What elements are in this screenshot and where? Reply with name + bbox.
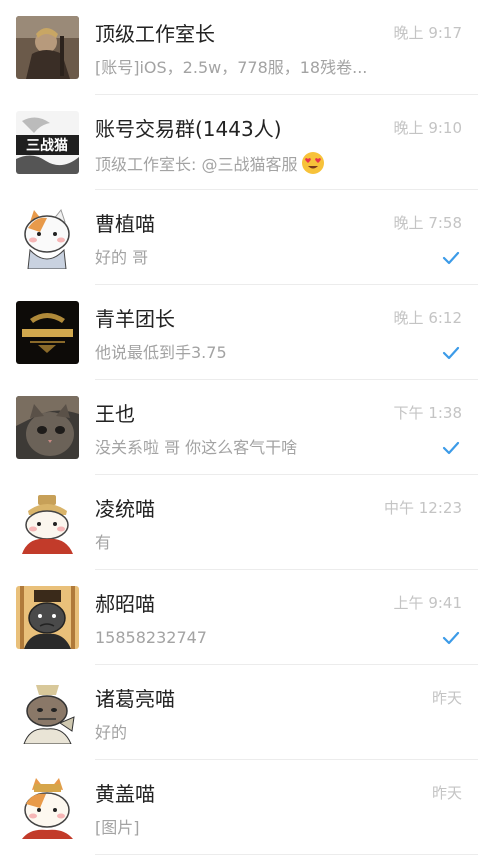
chat-name: 顶级工作室长 [95, 22, 215, 46]
chat-preview: 有 [95, 533, 112, 552]
chat-time: 昨天 [431, 784, 462, 802]
chat-preview: 没关系啦 哥 你这么客气干啥 [95, 438, 298, 457]
chat-name: 王也 [95, 402, 135, 426]
chat-name: 曹植喵 [95, 212, 155, 236]
chat-row[interactable]: 顶级工作室长 晚上 9:17 [账号]iOS，2.5w，778服，18残卷... [0, 0, 478, 95]
chat-row[interactable]: 青羊团长 晚上 6:12 他说最低到手3.75 [0, 285, 478, 380]
chat-name: 郝昭喵 [95, 592, 155, 616]
chat-time: 晚上 7:58 [393, 214, 462, 232]
chat-row[interactable]: 黄盖喵 昨天 [图片] [0, 760, 478, 855]
chat-time: 昨天 [431, 689, 462, 707]
chat-avatar[interactable] [16, 206, 79, 269]
chat-row[interactable]: 三战猫 账号交易群(1443人) 晚上 9:10 顶级工作室长: @三战猫客服 [0, 95, 478, 190]
chat-name: 诸葛亮喵 [95, 687, 175, 711]
chat-preview-line: 有 [95, 531, 111, 555]
chat-preview-line: 他说最低到手3.75 [95, 341, 227, 365]
chat-list: 顶级工作室长 晚上 9:17 [账号]iOS，2.5w，778服，18残卷... 三… [0, 0, 478, 855]
chat-preview-line: [图片] [95, 816, 140, 840]
read-check-icon [442, 440, 460, 456]
chat-row[interactable]: 郝昭喵 上午 9:41 15858232747 [0, 570, 478, 665]
chat-preview: 顶级工作室长: @三战猫客服 [95, 155, 298, 174]
chat-preview-line: 没关系啦 哥 你这么客气干啥 [95, 436, 297, 460]
read-check-icon [442, 345, 460, 361]
chat-preview: 好的 [95, 723, 128, 742]
chat-time: 上午 9:41 [393, 594, 462, 612]
chat-avatar[interactable] [16, 16, 79, 79]
chat-avatar[interactable] [16, 681, 79, 744]
chat-preview: [图片] [95, 818, 140, 837]
read-check-icon [442, 630, 460, 646]
chat-name: 账号交易群(1443人) [95, 117, 282, 141]
chat-time: 晚上 9:10 [393, 119, 462, 137]
chat-preview-line: 15858232747 [95, 626, 207, 650]
chat-time: 下午 1:38 [393, 404, 462, 422]
chat-time: 中午 12:23 [384, 499, 462, 517]
chat-row[interactable]: 王也 下午 1:38 没关系啦 哥 你这么客气干啥 [0, 380, 478, 475]
chat-preview-line: 好的 哥 [95, 246, 148, 270]
chat-preview-line: [账号]iOS，2.5w，778服，18残卷... [95, 56, 367, 80]
chat-row[interactable]: 凌统喵 中午 12:23 有 [0, 475, 478, 570]
chat-name: 凌统喵 [95, 497, 155, 521]
chat-avatar[interactable] [16, 586, 79, 649]
chat-avatar[interactable]: 三战猫 [16, 111, 79, 174]
chat-avatar[interactable] [16, 301, 79, 364]
chat-avatar[interactable] [16, 491, 79, 554]
read-check-icon [442, 250, 460, 266]
chat-avatar[interactable] [16, 776, 79, 839]
avatar-logo-text: 三战猫 [26, 137, 68, 154]
heart-eyes-emoji-icon [301, 151, 325, 175]
chat-time: 晚上 9:17 [393, 24, 462, 42]
chat-row[interactable]: 诸葛亮喵 昨天好的 [0, 665, 478, 760]
chat-name: 黄盖喵 [95, 782, 155, 806]
chat-time: 晚上 6:12 [393, 309, 462, 327]
chat-avatar[interactable] [16, 396, 79, 459]
chat-preview: 好的 哥 [95, 248, 149, 267]
chat-preview-line: 顶级工作室长: @三战猫客服 [95, 151, 325, 177]
chat-row[interactable]: 曹植喵 晚上 7:58 好的 哥 [0, 190, 478, 285]
chat-name: 青羊团长 [95, 307, 175, 331]
chat-preview: [账号]iOS，2.5w，778服，18残卷... [95, 58, 368, 77]
chat-preview: 他说最低到手3.75 [95, 343, 227, 362]
chat-preview-line: 好的 [95, 721, 127, 745]
chat-preview: 15858232747 [95, 628, 207, 647]
